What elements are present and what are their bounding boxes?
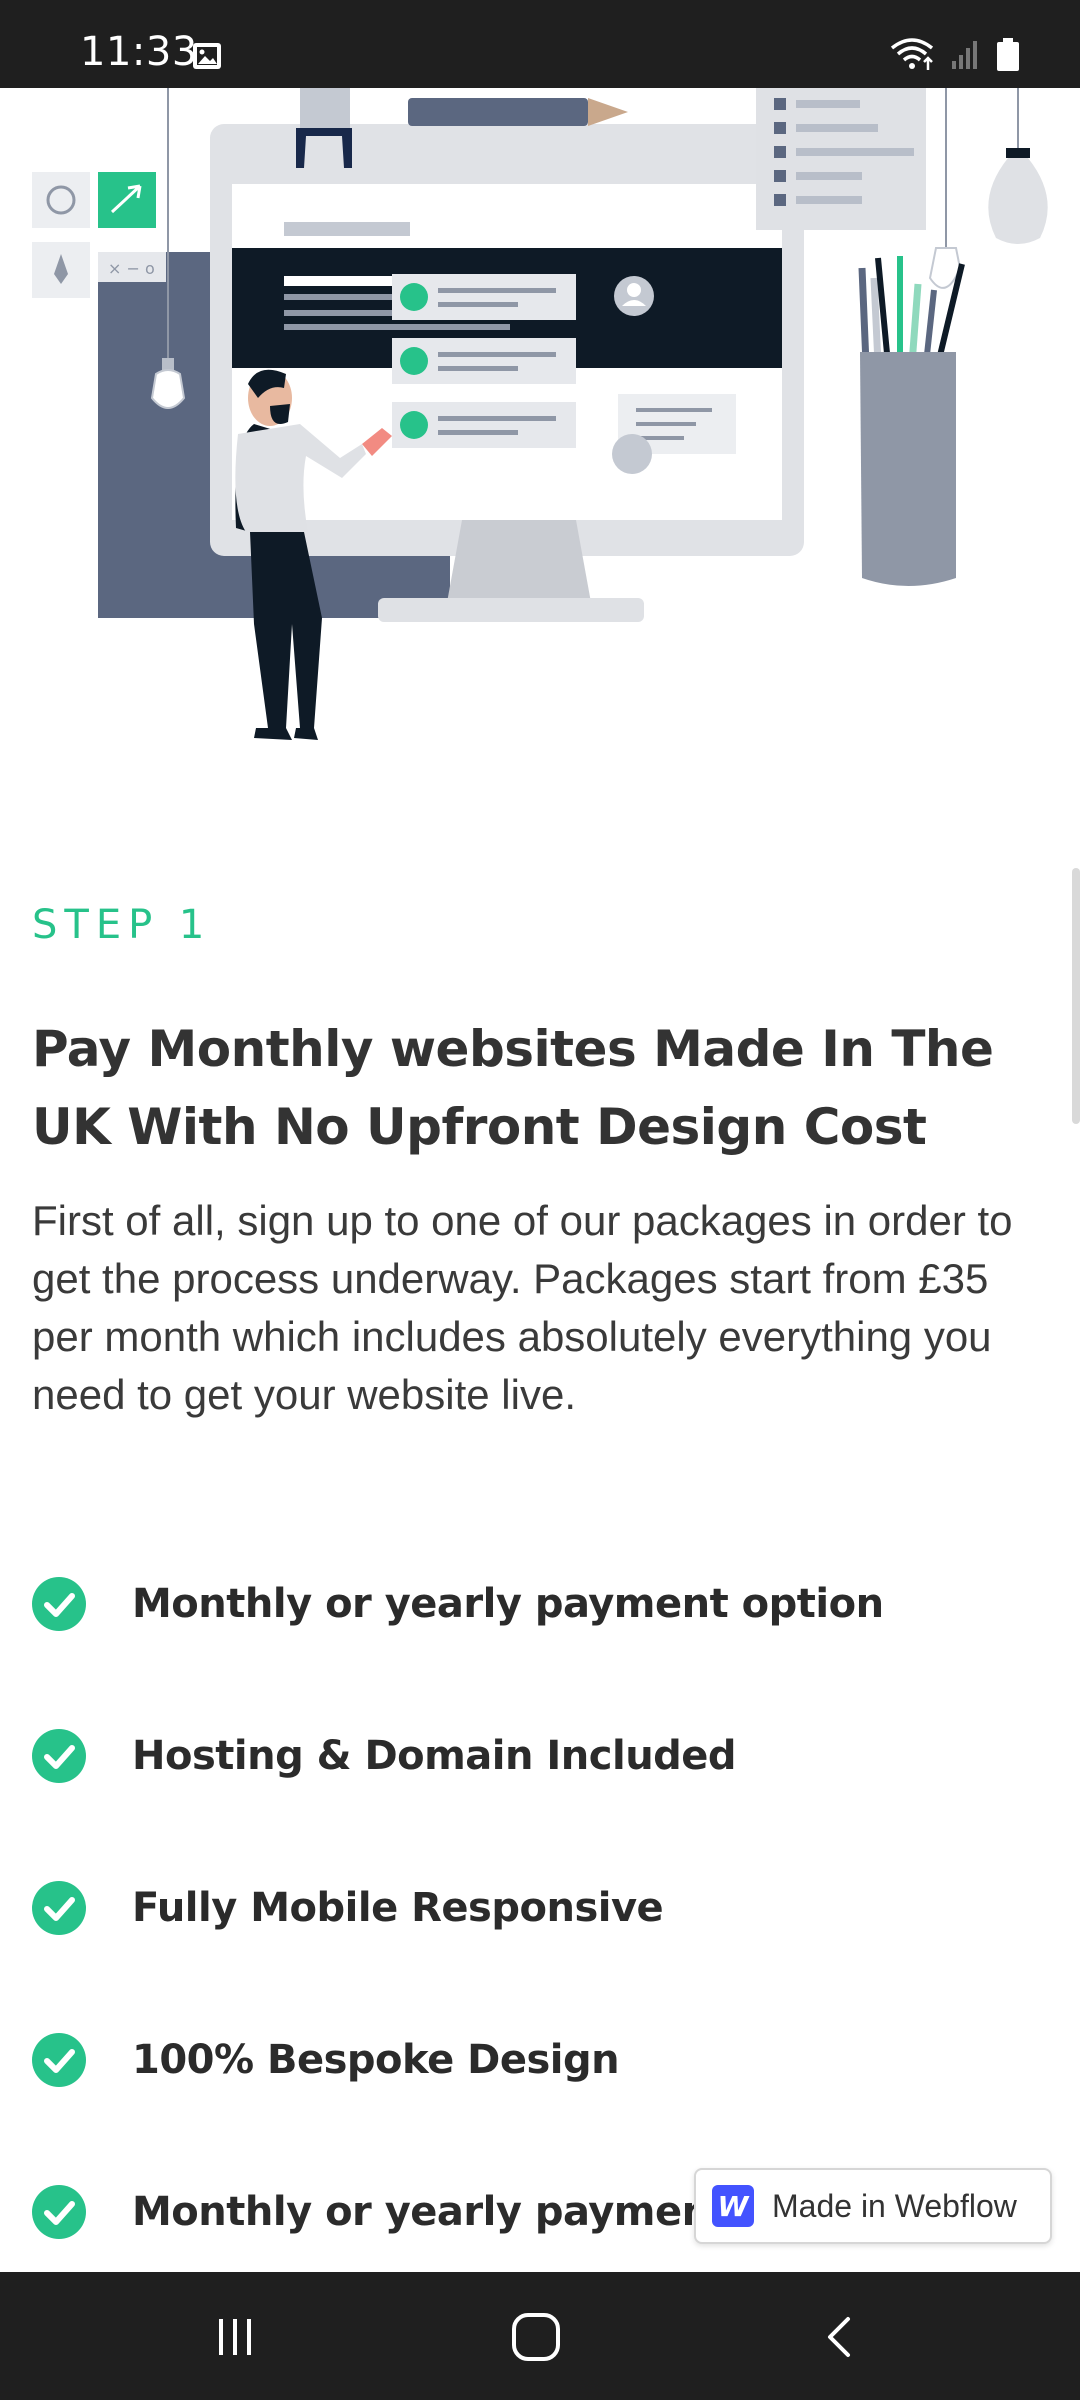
section-body: First of all, sign up to one of our pack…	[32, 1197, 1013, 1418]
back-button[interactable]	[800, 2302, 880, 2372]
navigation-bar	[0, 2272, 1080, 2400]
feature-label: Fully Mobile Responsive	[132, 1885, 664, 1931]
status-bar: 11:33	[0, 0, 1080, 88]
feature-label: 100% Bespoke Design	[132, 2037, 620, 2083]
check-circle-icon	[32, 2185, 86, 2239]
made-in-webflow-badge[interactable]: W Made in Webflow	[694, 2168, 1052, 2244]
webflow-badge-label: Made in Webflow	[772, 2187, 1017, 2224]
check-circle-icon	[32, 1577, 86, 1631]
home-icon	[512, 2313, 560, 2361]
feature-label: Monthly or yearly payment option	[132, 1581, 884, 1627]
section-heading: Pay Monthly websites Made In The UK With…	[32, 1020, 994, 1156]
scrollbar-thumb[interactable]	[1072, 868, 1080, 1124]
status-time: 11:33	[80, 29, 198, 75]
feature-list: Monthly or yearly payment option Hosting…	[0, 1528, 1080, 2272]
check-circle-icon	[32, 1729, 86, 1783]
feature-item: Monthly or yearly payment option	[0, 1528, 1080, 1680]
gallery-icon	[192, 42, 222, 75]
feature-item: Hosting & Domain Included	[0, 1680, 1080, 1832]
feature-label: Hosting & Domain Included	[132, 1733, 737, 1779]
recent-apps-icon	[219, 2319, 251, 2355]
recent-apps-button[interactable]	[195, 2302, 275, 2372]
step-label: STEP 1	[32, 902, 212, 948]
web-design-illustration: × − o	[32, 88, 1048, 740]
feature-item: 100% Bespoke Design	[0, 1984, 1080, 2136]
page-content[interactable]: × − o STEP 1 Pay Monthly websites Made I…	[0, 88, 1080, 2272]
back-icon	[828, 2317, 850, 2357]
hero-illustration: × − o	[0, 88, 1080, 808]
home-button[interactable]	[496, 2302, 576, 2372]
check-circle-icon	[32, 1881, 86, 1935]
battery-icon	[996, 38, 1020, 77]
status-icons	[890, 38, 1020, 77]
webflow-logo-icon: W	[712, 2185, 754, 2227]
feature-item: Fully Mobile Responsive	[0, 1832, 1080, 1984]
check-circle-icon	[32, 2033, 86, 2087]
svg-text:× − o: × − o	[108, 259, 155, 278]
wifi-icon	[890, 38, 934, 77]
signal-icon	[950, 39, 980, 76]
